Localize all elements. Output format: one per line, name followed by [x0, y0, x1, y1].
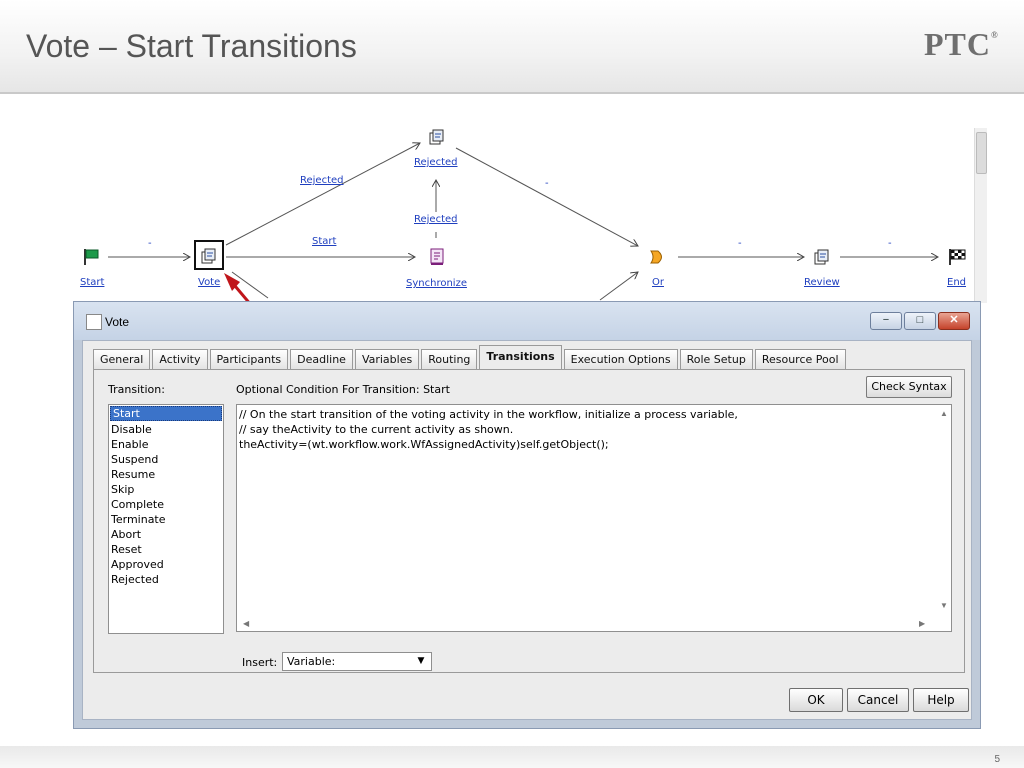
code-line: // say theActivity to the current activi… — [239, 423, 514, 436]
scroll-left-icon[interactable]: ◀ — [243, 619, 249, 628]
vote-dialog: Vote − □ ✕ General Activity Participants… — [73, 301, 981, 729]
minimize-button[interactable]: − — [870, 312, 902, 330]
tab-execution-options[interactable]: Execution Options — [563, 349, 678, 369]
synchronize-icon[interactable] — [428, 248, 446, 266]
start-flag-icon[interactable] — [82, 248, 100, 266]
link-label-sync-rejected[interactable]: Rejected — [414, 214, 458, 225]
horizontal-scrollbar[interactable]: ◀ ▶ — [237, 617, 937, 631]
link-vote-lower — [231, 271, 269, 299]
code-lines: // On the start transition of the voting… — [237, 407, 738, 452]
tab-participants[interactable]: Participants — [209, 349, 289, 369]
list-item[interactable]: Rejected — [109, 572, 223, 587]
list-item[interactable]: Terminate — [109, 512, 223, 527]
dialog-titlebar[interactable]: Vote − □ ✕ — [74, 302, 980, 340]
condition-label: Optional Condition For Transition: Start — [236, 383, 450, 396]
node-label-synchronize[interactable]: Synchronize — [406, 278, 467, 289]
node-label-vote[interactable]: Vote — [198, 277, 220, 288]
link-label-rejected-or: - — [545, 178, 549, 189]
check-syntax-button[interactable]: Check Syntax — [866, 376, 952, 398]
activity-icon[interactable] — [200, 247, 218, 265]
link-label-vote-start[interactable]: Start — [312, 236, 336, 247]
tab-variables[interactable]: Variables — [354, 349, 420, 369]
list-item[interactable]: Enable — [109, 437, 223, 452]
dialog-title: Vote — [105, 315, 130, 329]
transitions-panel: Transition: Optional Condition For Trans… — [93, 369, 965, 673]
list-item[interactable]: Resume — [109, 467, 223, 482]
list-item[interactable]: Complete — [109, 497, 223, 512]
insert-label: Insert: — [242, 656, 278, 669]
link-vote-rejected — [225, 143, 420, 246]
node-label-or[interactable]: Or — [652, 277, 664, 288]
java-app-icon — [86, 314, 102, 330]
condition-code-editor[interactable]: // On the start transition of the voting… — [236, 404, 952, 632]
link-label-vote-rejected[interactable]: Rejected — [300, 175, 344, 186]
activity-icon[interactable] — [813, 248, 831, 266]
node-label-start[interactable]: Start — [80, 277, 104, 288]
transition-list[interactable]: Start Disable Enable Suspend Resume Skip… — [108, 404, 224, 634]
tab-routing[interactable]: Routing — [421, 349, 478, 369]
insert-select[interactable]: Variable: ▼ — [282, 652, 432, 671]
list-item[interactable]: Reset — [109, 542, 223, 557]
scroll-right-icon[interactable]: ▶ — [919, 619, 925, 628]
scroll-up-icon[interactable]: ▲ — [940, 409, 948, 418]
list-item[interactable]: Start — [110, 406, 222, 421]
link-rejected-or — [455, 147, 638, 246]
tab-transitions[interactable]: Transitions — [479, 345, 562, 369]
list-item[interactable]: Approved — [109, 557, 223, 572]
tab-general[interactable]: General — [93, 349, 151, 369]
code-line: // On the start transition of the voting… — [239, 408, 738, 421]
ok-button[interactable]: OK — [789, 688, 843, 712]
code-line: theActivity=(wt.workflow.work.WfAssigned… — [239, 438, 609, 451]
list-item[interactable]: Skip — [109, 482, 223, 497]
slide-footer: 5 — [0, 746, 1024, 768]
activity-icon[interactable] — [428, 128, 446, 146]
node-label-end[interactable]: End — [947, 277, 966, 288]
scroll-down-icon[interactable]: ▼ — [940, 601, 948, 610]
page-number: 5 — [994, 754, 1000, 765]
list-item[interactable]: Abort — [109, 527, 223, 542]
tab-resource-pool[interactable]: Resource Pool — [754, 349, 846, 369]
tab-activity[interactable]: Activity — [152, 349, 208, 369]
link-label-start-vote: - — [148, 238, 152, 249]
link-label-or-review: - — [738, 238, 742, 249]
end-flag-icon[interactable] — [948, 248, 966, 266]
workflow-connectors — [108, 0, 1024, 319]
link-label-review-end: - — [888, 238, 892, 249]
list-item[interactable]: Disable — [109, 422, 223, 437]
maximize-button[interactable]: □ — [904, 312, 936, 330]
link-to-or-lower — [599, 272, 638, 301]
chevron-down-icon[interactable]: ▼ — [411, 653, 431, 670]
node-label-review[interactable]: Review — [804, 277, 840, 288]
insert-select-value: Variable: — [287, 655, 336, 668]
vertical-scrollbar[interactable]: ▲ ▼ — [937, 405, 951, 617]
transition-label: Transition: — [108, 383, 165, 396]
tab-deadline[interactable]: Deadline — [290, 349, 353, 369]
tab-role-setup[interactable]: Role Setup — [679, 349, 753, 369]
tab-bar: General Activity Participants Deadline V… — [93, 345, 848, 369]
dialog-client: General Activity Participants Deadline V… — [82, 340, 972, 720]
node-label-rejected-task[interactable]: Rejected — [414, 157, 458, 168]
cancel-button[interactable]: Cancel — [847, 688, 909, 712]
or-gate-icon[interactable] — [649, 248, 667, 266]
list-item[interactable]: Suspend — [109, 452, 223, 467]
help-button[interactable]: Help — [913, 688, 969, 712]
close-button[interactable]: ✕ — [938, 312, 970, 330]
